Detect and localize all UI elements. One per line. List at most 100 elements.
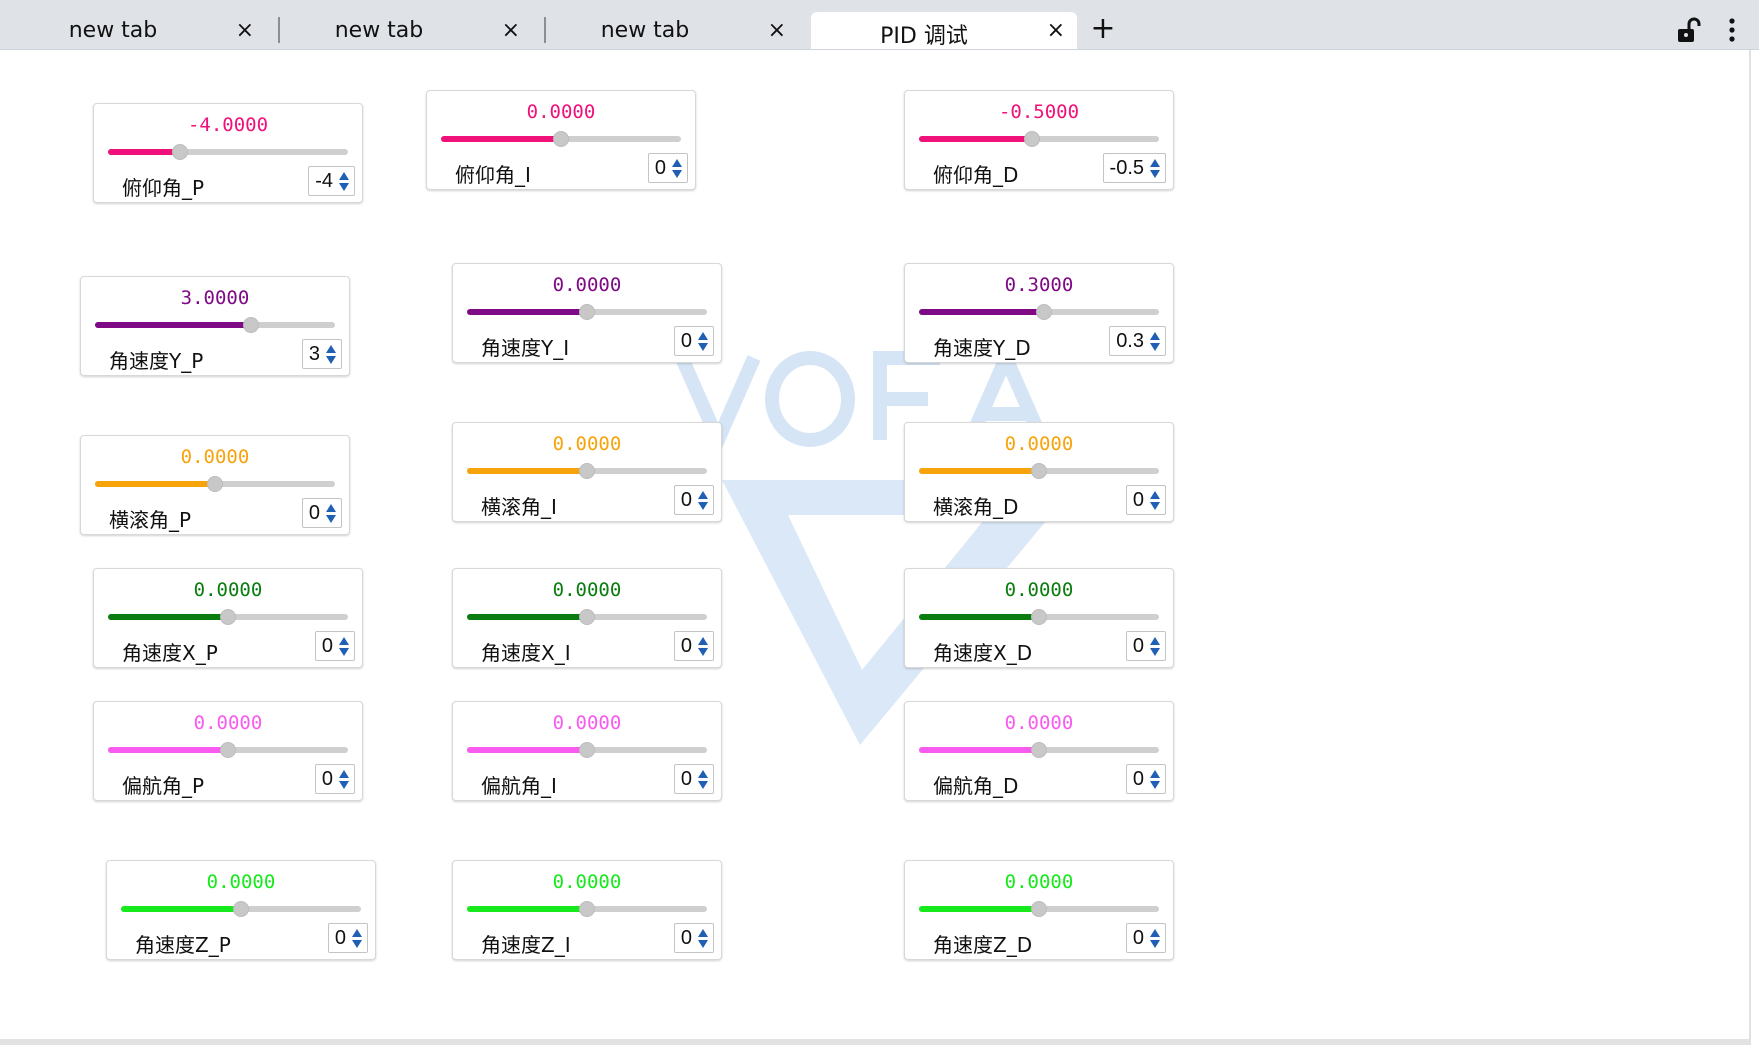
value-spinbox[interactable]: 0 [673,326,714,356]
spin-down-button[interactable] [1150,939,1160,948]
slider-thumb[interactable] [1036,304,1052,320]
slider-track[interactable] [467,463,707,479]
slider-track[interactable] [95,317,335,333]
spinbox-value[interactable]: 0 [303,502,324,525]
new-tab-button[interactable]: + [1088,12,1118,46]
value-spinbox[interactable]: 0 [673,631,714,661]
spinner-arrows-icon[interactable] [696,632,713,660]
value-spinbox[interactable]: 0 [1125,923,1166,953]
spin-up-button[interactable] [1150,331,1160,340]
slider-thumb[interactable] [579,609,595,625]
slider-track[interactable] [919,131,1159,147]
slider-track[interactable] [467,609,707,625]
value-spinbox[interactable]: 0 [301,498,342,528]
value-spinbox[interactable]: 0 [673,764,714,794]
slider-track[interactable] [108,742,348,758]
value-spinbox[interactable]: 0 [673,923,714,953]
spinbox-value[interactable]: 0.3 [1110,330,1148,353]
slider-track[interactable] [95,476,335,492]
spin-up-button[interactable] [1150,636,1160,645]
spin-down-button[interactable] [672,169,682,178]
spin-up-button[interactable] [326,344,336,353]
spin-up-button[interactable] [698,928,708,937]
spinbox-value[interactable]: 0 [1127,768,1148,791]
value-spinbox[interactable]: 0 [314,631,355,661]
spin-up-button[interactable] [698,769,708,778]
spin-down-button[interactable] [1150,169,1160,178]
lock-open-icon[interactable] [1674,16,1702,44]
spinner-arrows-icon[interactable] [1148,486,1165,514]
spinbox-value[interactable]: 0 [675,927,696,950]
spinner-arrows-icon[interactable] [696,327,713,355]
slider-track[interactable] [441,131,681,147]
close-icon[interactable]: × [236,18,254,43]
spinner-arrows-icon[interactable] [696,486,713,514]
spinbox-value[interactable]: 0 [649,157,670,180]
value-spinbox[interactable]: 0 [327,923,368,953]
slider-thumb[interactable] [243,317,259,333]
spinbox-value[interactable]: 0 [1127,635,1148,658]
value-spinbox[interactable]: 0 [673,485,714,515]
slider-thumb[interactable] [553,131,569,147]
spin-up-button[interactable] [1150,928,1160,937]
slider-track[interactable] [919,609,1159,625]
spinbox-value[interactable]: 0 [675,635,696,658]
spinner-arrows-icon[interactable] [1148,327,1165,355]
spinner-arrows-icon[interactable] [1148,632,1165,660]
spinbox-value[interactable]: 0 [329,927,350,950]
spin-up-button[interactable] [339,769,349,778]
value-spinbox[interactable]: 0 [647,153,688,183]
slider-thumb[interactable] [220,742,236,758]
slider-thumb[interactable] [1031,901,1047,917]
spinbox-value[interactable]: 0 [1127,927,1148,950]
spin-up-button[interactable] [698,331,708,340]
spinbox-value[interactable]: -0.5 [1104,157,1148,180]
spin-up-button[interactable] [352,928,362,937]
slider-thumb[interactable] [1031,463,1047,479]
slider-thumb[interactable] [1024,131,1040,147]
spin-up-button[interactable] [1150,769,1160,778]
spin-down-button[interactable] [698,780,708,789]
spin-down-button[interactable] [326,355,336,364]
slider-track[interactable] [467,304,707,320]
value-spinbox[interactable]: -4 [308,166,355,196]
slider-thumb[interactable] [220,609,236,625]
slider-thumb[interactable] [579,901,595,917]
spin-down-button[interactable] [352,939,362,948]
spinner-arrows-icon[interactable] [696,924,713,952]
slider-track[interactable] [108,144,348,160]
spinbox-value[interactable]: -4 [309,170,337,193]
tab-pid-tuning[interactable]: PID 调试 × [811,12,1077,49]
spinbox-value[interactable]: 3 [303,343,324,366]
value-spinbox[interactable]: 0 [314,764,355,794]
spin-down-button[interactable] [1150,342,1160,351]
spin-up-button[interactable] [339,636,349,645]
spin-down-button[interactable] [339,780,349,789]
spin-up-button[interactable] [326,503,336,512]
spin-down-button[interactable] [1150,647,1160,656]
value-spinbox[interactable]: 0 [1125,485,1166,515]
spinner-arrows-icon[interactable] [324,499,341,527]
spin-up-button[interactable] [672,158,682,167]
spin-down-button[interactable] [698,501,708,510]
spin-down-button[interactable] [698,939,708,948]
spin-down-button[interactable] [698,342,708,351]
slider-thumb[interactable] [1031,609,1047,625]
spin-up-button[interactable] [698,636,708,645]
scrollbar-track[interactable] [1749,50,1751,1040]
slider-track[interactable] [467,742,707,758]
spin-down-button[interactable] [1150,501,1160,510]
close-icon[interactable]: × [502,18,520,43]
slider-track[interactable] [919,742,1159,758]
value-spinbox[interactable]: 0 [1125,631,1166,661]
spin-up-button[interactable] [1150,490,1160,499]
spin-up-button[interactable] [339,171,349,180]
slider-thumb[interactable] [579,304,595,320]
value-spinbox[interactable]: 0 [1125,764,1166,794]
spinbox-value[interactable]: 0 [316,768,337,791]
slider-track[interactable] [121,901,361,917]
more-vertical-icon[interactable] [1720,16,1744,44]
tab-new-2[interactable]: new tab × [266,12,532,49]
slider-track[interactable] [467,901,707,917]
close-icon[interactable]: × [1047,18,1065,43]
